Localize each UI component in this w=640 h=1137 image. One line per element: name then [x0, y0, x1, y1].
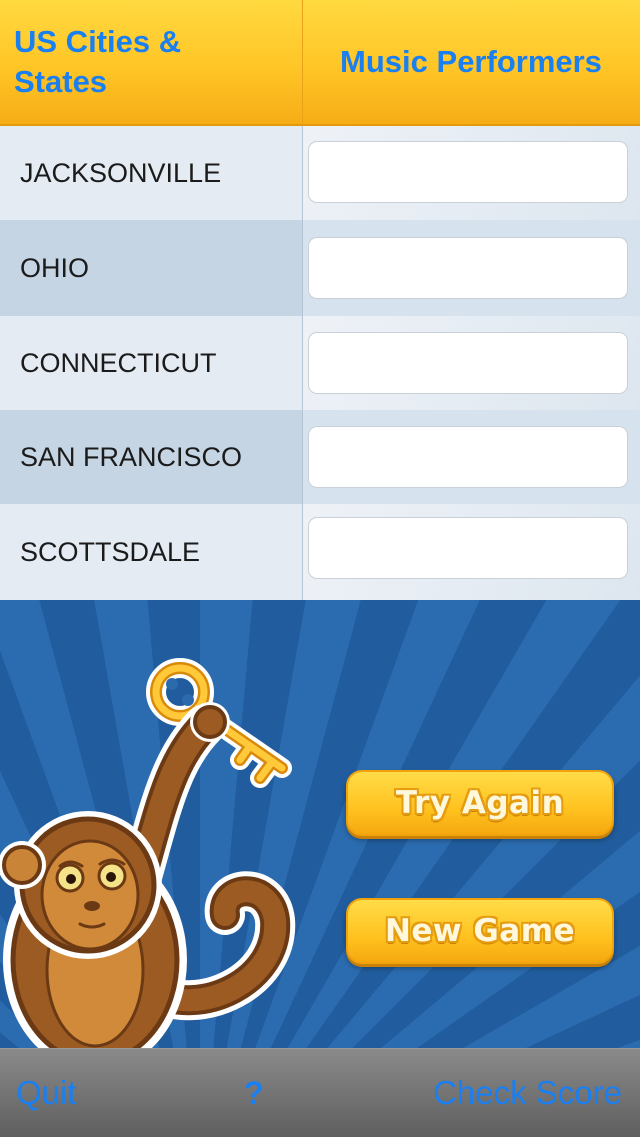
try-again-button[interactable]: Try Again: [346, 770, 614, 836]
answer-input[interactable]: [308, 426, 628, 488]
answer-input[interactable]: [308, 332, 628, 394]
monkey-holding-key-illustration: [0, 658, 296, 1048]
table-row: SAN FRANCISCO: [0, 410, 640, 504]
table-row: CONNECTICUT: [0, 316, 640, 410]
table-row: SCOTTSDALE: [0, 504, 640, 600]
row-label: JACKSONVILLE: [20, 157, 222, 188]
row-answer-cell: [303, 220, 640, 316]
try-again-label: Try Again: [395, 785, 565, 821]
game-stage: Try Again New Game: [0, 600, 640, 1048]
column-header-bar: US Cities & States Music Performers: [0, 0, 640, 126]
row-answer-cell: [303, 410, 640, 504]
row-answer-cell: [303, 126, 640, 220]
row-answer-cell: [303, 316, 640, 410]
new-game-label: New Game: [384, 913, 576, 949]
quit-button[interactable]: Quit: [16, 1049, 77, 1137]
answer-input[interactable]: [308, 141, 628, 203]
check-score-button[interactable]: Check Score: [433, 1049, 622, 1137]
row-answer-cell: [303, 504, 640, 600]
row-label: SAN FRANCISCO: [20, 441, 243, 472]
left-column-header: US Cities & States: [0, 0, 302, 124]
table-row: OHIO: [0, 220, 640, 316]
new-game-button[interactable]: New Game: [346, 898, 614, 964]
row-label: SCOTTSDALE: [20, 536, 201, 567]
row-label: OHIO: [20, 252, 90, 283]
answer-input[interactable]: [308, 237, 628, 299]
right-column-title: Music Performers: [340, 44, 602, 79]
row-label: CONNECTICUT: [20, 347, 217, 378]
table-row: JACKSONVILLE: [0, 126, 640, 220]
bottom-toolbar: Quit ? Check Score: [0, 1048, 640, 1137]
answer-input[interactable]: [308, 517, 628, 579]
left-column-title: US Cities & States: [14, 24, 182, 99]
right-column-header: Music Performers: [302, 0, 640, 124]
help-button[interactable]: ?: [244, 1049, 264, 1137]
matching-rows: JACKSONVILLE OHIO CONNECTICUT SAN FRANCI…: [0, 126, 640, 600]
